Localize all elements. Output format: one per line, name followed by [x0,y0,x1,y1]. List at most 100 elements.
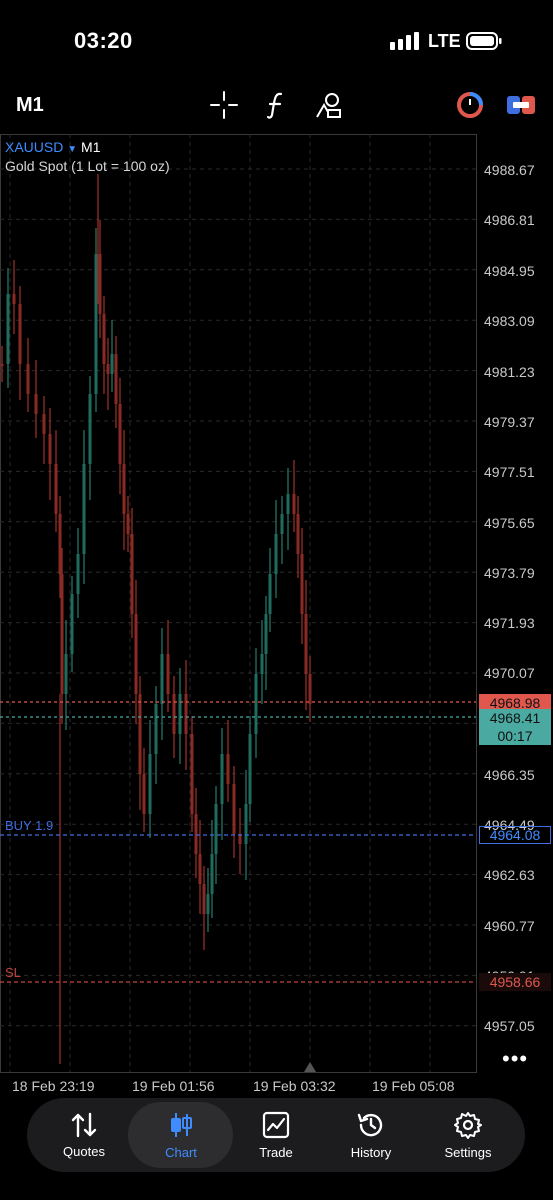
history-icon [357,1113,383,1136]
candle-body [220,754,224,804]
candle-body [300,554,304,614]
candle-body [114,354,118,404]
candle-body [26,364,30,394]
candle-body [260,654,264,674]
tab-history[interactable]: History [323,1098,419,1172]
gear-icon [454,1111,482,1139]
timeframe-button[interactable]: M1 [16,94,44,117]
tab-label: Quotes [63,1143,105,1159]
candle-body [178,694,182,734]
buy-order-label[interactable]: BUY 1.9 [5,818,53,833]
objects-icon[interactable] [314,90,344,120]
time-label: 18 Feb 23:19 [12,1078,95,1094]
candle-body [98,254,102,314]
candle-body [248,734,252,804]
candle-body [190,734,194,814]
buy-order-tag: 4964.08 [479,826,551,844]
candle-body [142,774,146,814]
candle-body [58,514,62,574]
price-tick-label: 4960.77 [484,918,535,934]
candle-body [184,694,188,734]
battery-icon [466,32,502,50]
cellular-signal-icon [390,32,419,50]
tab-settings[interactable]: Settings [420,1098,516,1172]
indicators-icon[interactable] [262,90,292,120]
bar-timer: 00:17 [479,727,551,745]
candle-body [34,394,38,414]
tab-label: Trade [259,1144,293,1160]
tab-label: Settings [444,1144,492,1160]
time-label: 19 Feb 05:08 [372,1078,455,1094]
candle-body [232,784,236,834]
candle-body [126,514,130,534]
candle-body [244,804,248,844]
candle-body [198,854,202,884]
stop-loss-label[interactable]: SL [5,965,21,980]
chart-shift-marker [304,1062,316,1072]
candle-body [0,364,4,366]
price-tick-label: 4957.05 [484,1018,535,1034]
symbol-name[interactable]: XAUUSD [5,139,63,155]
symbol-header[interactable]: XAUUSD ▼ M1 [5,139,101,155]
candle-body [88,394,92,464]
price-tick-label: 4977.51 [484,464,535,480]
candle-body [18,304,22,364]
candle-body [54,464,58,514]
price-tick-label: 4986.81 [484,212,535,228]
more-options-icon[interactable]: ••• [502,1046,528,1072]
price-tick-label: 4979.37 [484,414,535,430]
time-label: 19 Feb 01:56 [132,1078,215,1094]
symbol-description: Gold Spot (1 Lot = 100 oz) [5,158,170,174]
candle-body [166,654,170,694]
candle-body [118,404,122,464]
crosshair-icon[interactable] [209,90,239,120]
candle-body [94,254,98,394]
candle-body [76,554,80,594]
candle-body [206,894,210,914]
candle-body [210,854,214,894]
price-tick-label: 4973.79 [484,565,535,581]
trade-icon [262,1111,290,1138]
price-tick-label: 4966.35 [484,767,535,783]
candle-body [154,704,158,754]
tab-trade[interactable]: Trade [228,1098,324,1172]
symbol-timeframe: M1 [81,139,101,155]
network-type: LTE [428,31,461,51]
candle-body [296,514,300,554]
price-tick-label: 4971.93 [484,615,535,631]
status-time: 03:20 [74,28,133,53]
candle-body [292,494,296,514]
bottom-navigation: Quotes Chart Trade History Settings [27,1098,525,1172]
time-label: 19 Feb 03:32 [253,1078,336,1094]
price-tick-label: 4984.95 [484,263,535,279]
tab-quotes[interactable]: Quotes [36,1098,132,1172]
candle-body [264,614,268,654]
candle-body [274,534,278,574]
price-chart[interactable] [0,134,553,1074]
tab-label: Chart [165,1144,197,1160]
candle-body [60,574,64,694]
one-click-trading-icon[interactable] [456,91,484,119]
candle-body [308,674,312,704]
candle-body [214,804,218,854]
trade-panel-icon[interactable] [506,92,536,118]
candle-body [102,314,106,364]
candle-body [160,654,164,704]
quotes-icon [71,1112,97,1137]
candle-body [70,594,74,654]
candle-body [6,294,10,364]
candle-body [48,434,52,464]
candle-body [226,754,230,784]
candle-body [138,694,142,774]
candle-body [122,464,126,514]
candle-body [268,574,272,614]
stop-loss-tag: 4958.66 [479,973,551,991]
bid-price-tag: 4968.41 [479,709,551,727]
candle-body [172,694,176,734]
tab-chart[interactable]: Chart [133,1098,229,1172]
candle-body [110,354,114,374]
symbol-dropdown-icon[interactable]: ▼ [67,144,77,155]
candle-body [130,534,134,614]
price-tick-label: 4988.67 [484,162,535,178]
candle-body [12,294,16,304]
